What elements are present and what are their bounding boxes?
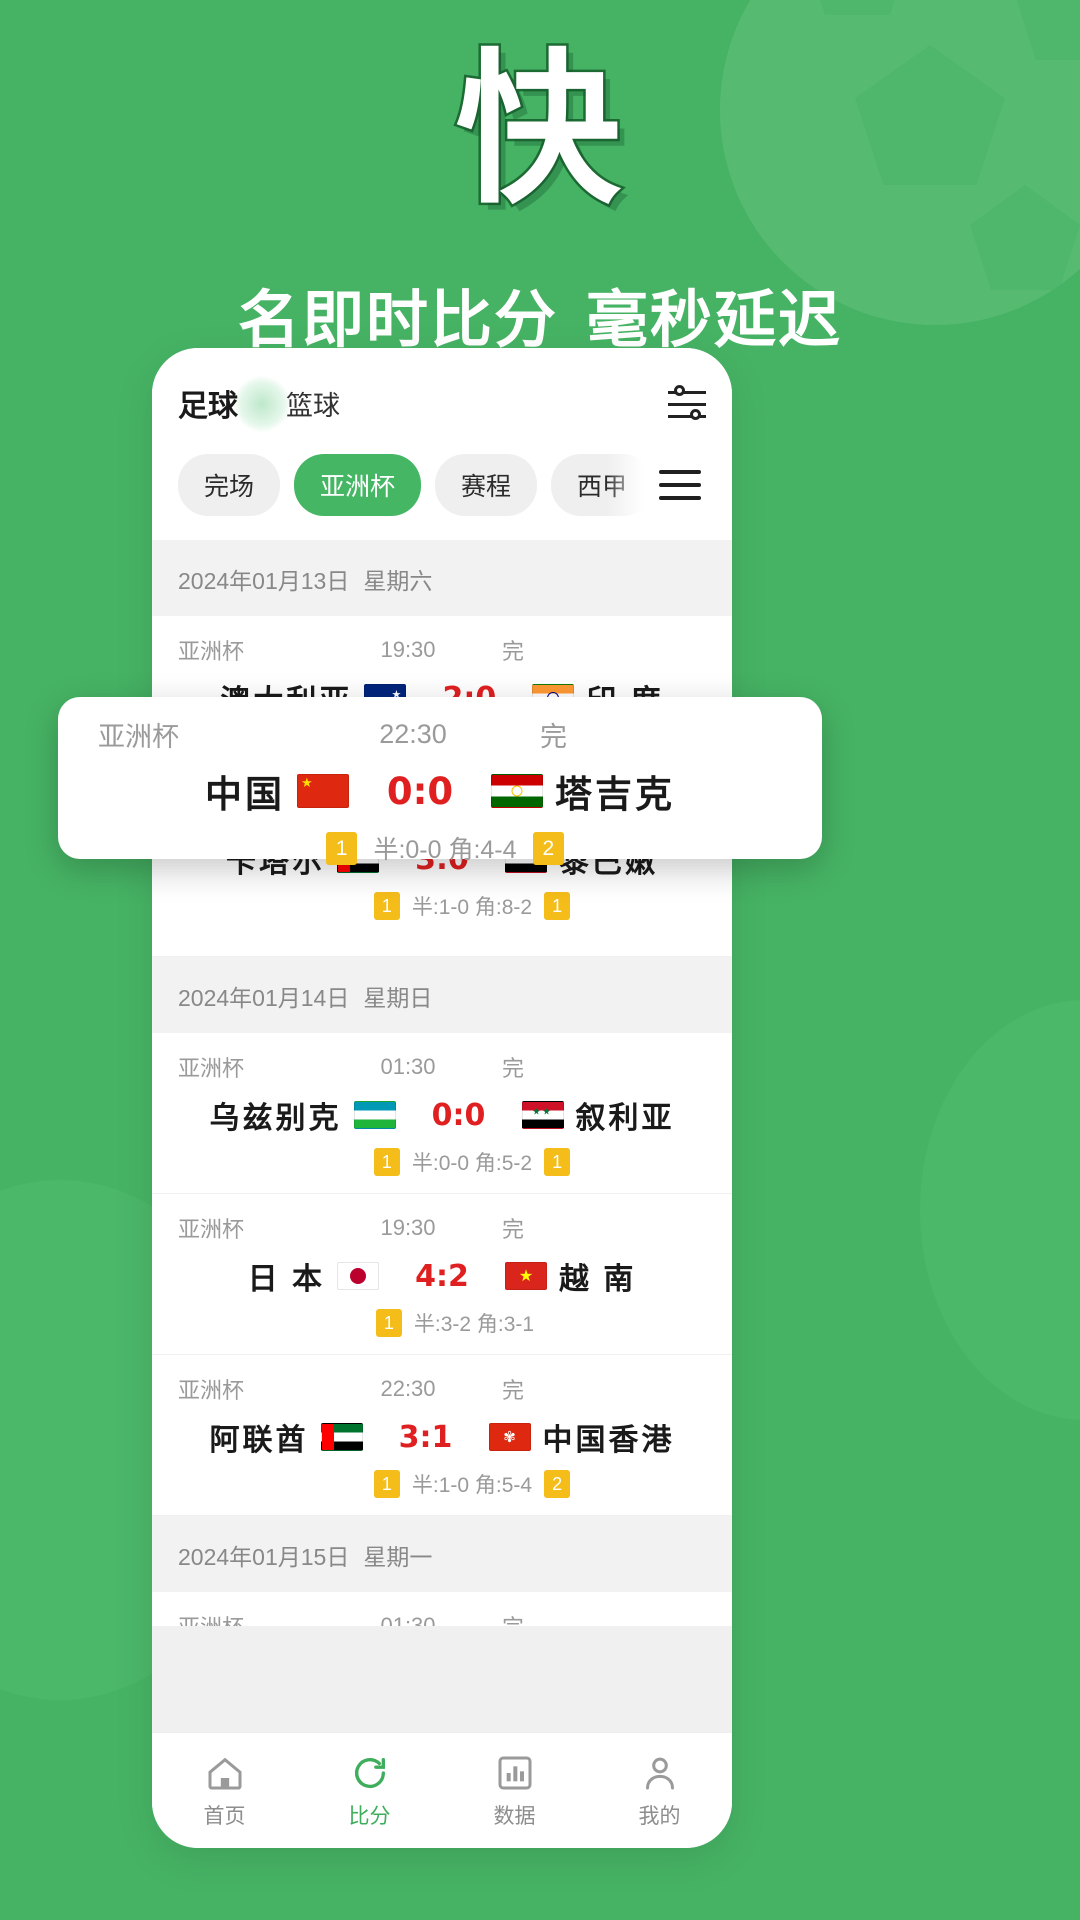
match-league: 亚洲杯 [178, 1217, 245, 1242]
match-row[interactable]: 亚洲杯 01:30 完 伊 朗 4:1 巴勒斯坦 1 半:3-1 角:3-2 6 [152, 1592, 732, 1626]
chart-bar-icon [442, 1752, 587, 1794]
home-card-badge: 1 [373, 892, 400, 920]
match-status: 完 [502, 1217, 525, 1242]
home-team-flag-icon [337, 1262, 379, 1290]
away-card-badge: 2 [544, 1470, 571, 1498]
match-time: 01:30 [380, 1613, 436, 1626]
hero-subtitle-part-b: 毫秒延迟 [586, 286, 843, 355]
home-icon [152, 1752, 297, 1794]
highlight-away-team-name: 塔吉克 [555, 774, 675, 815]
match-score: 3:1 [398, 1419, 453, 1455]
background-blob-right [920, 1000, 1080, 1420]
match-league: 亚洲杯 [178, 1378, 245, 1403]
highlight-home-card-badge: 1 [325, 831, 358, 865]
away-team-flag-icon [488, 1423, 531, 1451]
match-stats: 半:1-0 角:5-4 [411, 1474, 533, 1497]
nav-item-profile[interactable]: 我的 [587, 1752, 732, 1830]
date-header-weekday: 星期六 [363, 568, 433, 594]
home-card-badge: 1 [373, 1470, 400, 1498]
highlight-away-card-badge: 2 [532, 831, 565, 865]
away-team-flag-icon [521, 1101, 564, 1129]
app-logo-text: 快 [453, 34, 625, 226]
match-row[interactable]: 亚洲杯 22:30 完 阿联酋 3:1 中国香港 1 半:1-0 角:5-4 2 [152, 1355, 732, 1516]
match-time: 01:30 [380, 1054, 436, 1079]
tab-football[interactable]: 足球 [178, 381, 238, 425]
date-header: 2024年01月15日 星期一 [152, 1516, 732, 1592]
highlight-home-team-flag-icon [297, 774, 349, 808]
nav-item-data[interactable]: 数据 [442, 1752, 587, 1830]
league-filter-row: 完场 亚洲杯 赛程 西甲 英超 德甲 [178, 432, 706, 540]
match-league: 亚洲杯 [178, 1610, 348, 1626]
sport-tab-bar: 足球 篮球 [178, 374, 706, 432]
hero-subtitle-part-a: 名即时比分 [237, 286, 558, 355]
nav-label-profile: 我的 [638, 1804, 681, 1828]
home-team-flag-icon [320, 1423, 363, 1451]
away-card-badge: 1 [544, 892, 571, 920]
match-row[interactable]: 亚洲杯 01:30 完 乌兹别克 0:0 叙利亚 1 半:0-0 角:5-2 1 [152, 1033, 732, 1194]
phone-mockup: 足球 篮球 完场 亚洲杯 赛程 西甲 英超 德甲 2024年01月13日星 [152, 348, 732, 1848]
match-time: 19:30 [380, 637, 436, 662]
chip-finished[interactable]: 完场 [178, 454, 281, 516]
home-team-name: 阿联酋 [209, 1424, 309, 1457]
home-team-name: 日 本 [247, 1263, 325, 1296]
date-header-weekday: 星期日 [363, 985, 433, 1011]
match-league: 亚洲杯 [178, 1056, 245, 1081]
match-status: 完 [502, 639, 525, 664]
active-tab-glow [234, 376, 290, 432]
date-header-date: 2024年01月13日 [178, 568, 350, 594]
sliders-icon[interactable] [668, 385, 706, 420]
chip-laliga[interactable]: 西甲 [551, 454, 644, 516]
away-team-flag-icon [505, 1262, 547, 1290]
match-score: 0:0 [431, 1097, 486, 1133]
away-card-badge: 1 [544, 1148, 571, 1176]
date-header-date: 2024年01月14日 [178, 985, 350, 1011]
match-status: 完 [502, 1610, 524, 1626]
match-time: 22:30 [380, 1376, 436, 1401]
match-score: 4:2 [415, 1258, 469, 1294]
nav-label-data: 数据 [493, 1804, 536, 1828]
hamburger-icon[interactable] [654, 470, 706, 500]
highlight-match-time: 22:30 [379, 719, 447, 749]
highlight-match-score: 0:0 [386, 769, 454, 813]
nav-item-scores[interactable]: 比分 [297, 1752, 442, 1830]
match-stats: 半:1-0 角:8-2 [411, 896, 533, 919]
person-icon [587, 1752, 732, 1794]
highlight-home-team-name: 中国 [205, 774, 285, 815]
match-league: 亚洲杯 [178, 639, 245, 664]
highlight-match-status: 完 [540, 722, 567, 752]
app-header: 足球 篮球 完场 亚洲杯 赛程 西甲 英超 德甲 [152, 348, 732, 540]
match-time: 19:30 [380, 1215, 436, 1240]
match-status: 完 [502, 1378, 525, 1403]
tab-basketball[interactable]: 篮球 [286, 384, 340, 423]
highlight-away-team-flag-icon [491, 774, 543, 808]
nav-item-home[interactable]: 首页 [152, 1752, 297, 1830]
bottom-navigation: 首页 比分 数据 我的 [152, 1732, 732, 1848]
match-stats: 半:0-0 角:5-2 [411, 1152, 533, 1175]
home-team-flag-icon [353, 1101, 396, 1129]
date-header: 2024年01月13日 星期六 [152, 540, 732, 616]
highlighted-match-card[interactable]: 亚洲杯 22:30 完 中国 0:0 塔吉克 1 半:0-0 角:4-4 2 [58, 697, 822, 865]
chip-schedule[interactable]: 赛程 [435, 454, 538, 516]
home-card-badge: 1 [373, 1148, 400, 1176]
date-header-date: 2024年01月15日 [178, 1544, 350, 1570]
away-team-name: 叙利亚 [575, 1102, 675, 1135]
nav-label-home: 首页 [203, 1804, 246, 1828]
home-team-name: 乌兹别克 [209, 1102, 342, 1135]
nav-label-scores: 比分 [348, 1804, 391, 1828]
chip-asian-cup[interactable]: 亚洲杯 [294, 454, 422, 516]
away-team-name: 越 南 [559, 1263, 637, 1296]
match-stats: 半:3-2 角:3-1 [413, 1313, 535, 1336]
date-header: 2024年01月14日 星期日 [152, 957, 732, 1033]
match-row[interactable]: 亚洲杯 19:30 完 日 本 4:2 越 南 1 半:3-2 角:3-1 [152, 1194, 732, 1355]
highlight-match-league: 亚洲杯 [98, 722, 179, 752]
match-status: 完 [502, 1056, 525, 1081]
league-chip-scroller[interactable]: 完场 亚洲杯 赛程 西甲 英超 德甲 [178, 454, 644, 516]
date-header-weekday: 星期一 [363, 1544, 433, 1570]
hero-section: 快 名即时比分 毫秒延迟 [0, 0, 1080, 359]
hero-subtitle: 名即时比分 毫秒延迟 [0, 269, 1080, 359]
away-team-name: 中国香港 [542, 1424, 675, 1457]
highlight-match-stats: 半:0-0 角:4-4 [373, 836, 517, 864]
refresh-icon [297, 1752, 442, 1794]
home-card-badge: 1 [375, 1309, 402, 1337]
